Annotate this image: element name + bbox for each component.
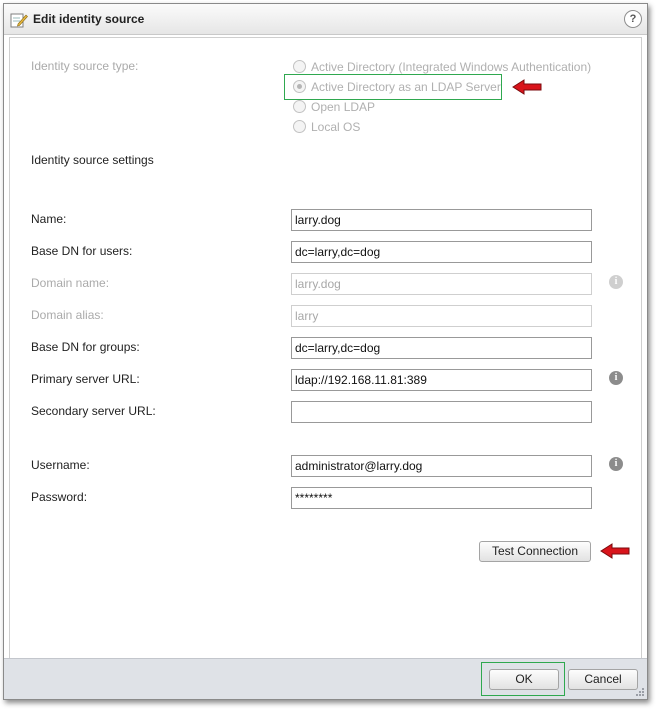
info-icon[interactable]: i: [609, 457, 623, 471]
name-label: Name:: [31, 212, 67, 226]
radio-label: Active Directory (Integrated Windows Aut…: [311, 60, 592, 74]
password-field[interactable]: ********: [291, 487, 592, 509]
identity-source-type-label: Identity source type:: [31, 59, 139, 73]
primary-url-label: Primary server URL:: [31, 372, 140, 386]
base-dn-users-field[interactable]: dc=larry,dc=dog: [291, 241, 592, 263]
secondary-url-label: Secondary server URL:: [31, 404, 156, 418]
radio-open-ldap[interactable]: Open LDAP: [293, 100, 375, 116]
dialog-footer: OK Cancel: [4, 658, 647, 699]
edit-identity-source-dialog: Edit identity source ? Identity source t…: [3, 3, 648, 700]
ok-button[interactable]: OK: [489, 669, 559, 690]
selected-option-highlight: [284, 74, 502, 100]
domain-name-field: larry.dog: [291, 273, 592, 295]
name-field[interactable]: larry.dog: [291, 209, 592, 231]
password-label: Password:: [31, 490, 88, 504]
red-arrow-icon: [512, 79, 542, 95]
domain-alias-field: larry: [291, 305, 592, 327]
info-icon[interactable]: i: [609, 371, 623, 385]
dialog-titlebar: Edit identity source ?: [4, 4, 647, 35]
radio-button[interactable]: [293, 100, 306, 114]
base-dn-users-label: Base DN for users:: [31, 244, 133, 258]
help-icon[interactable]: ?: [624, 10, 642, 28]
radio-button[interactable]: [293, 60, 306, 74]
red-arrow-icon: [600, 543, 630, 559]
radio-local-os[interactable]: Local OS: [293, 120, 360, 136]
domain-alias-label: Domain alias:: [31, 308, 104, 322]
dialog-content: Identity source type: Active Directory (…: [9, 37, 642, 660]
primary-url-field[interactable]: ldap://192.168.11.81:389: [291, 369, 592, 391]
info-icon[interactable]: i: [609, 275, 623, 289]
settings-heading: Identity source settings: [31, 153, 154, 167]
secondary-url-field[interactable]: [291, 401, 592, 423]
edit-pencil-icon: [10, 13, 28, 28]
username-label: Username:: [31, 458, 90, 472]
username-field[interactable]: administrator@larry.dog: [291, 455, 592, 477]
dialog-title: Edit identity source: [33, 12, 145, 26]
domain-name-label: Domain name:: [31, 276, 110, 290]
base-dn-groups-field[interactable]: dc=larry,dc=dog: [291, 337, 592, 359]
radio-label: Open LDAP: [311, 100, 376, 114]
test-connection-button[interactable]: Test Connection: [479, 541, 591, 562]
base-dn-groups-label: Base DN for groups:: [31, 340, 140, 354]
radio-label: Local OS: [311, 120, 361, 134]
resize-grip-icon[interactable]: [635, 687, 645, 697]
cancel-button[interactable]: Cancel: [568, 669, 638, 690]
radio-button[interactable]: [293, 120, 306, 134]
